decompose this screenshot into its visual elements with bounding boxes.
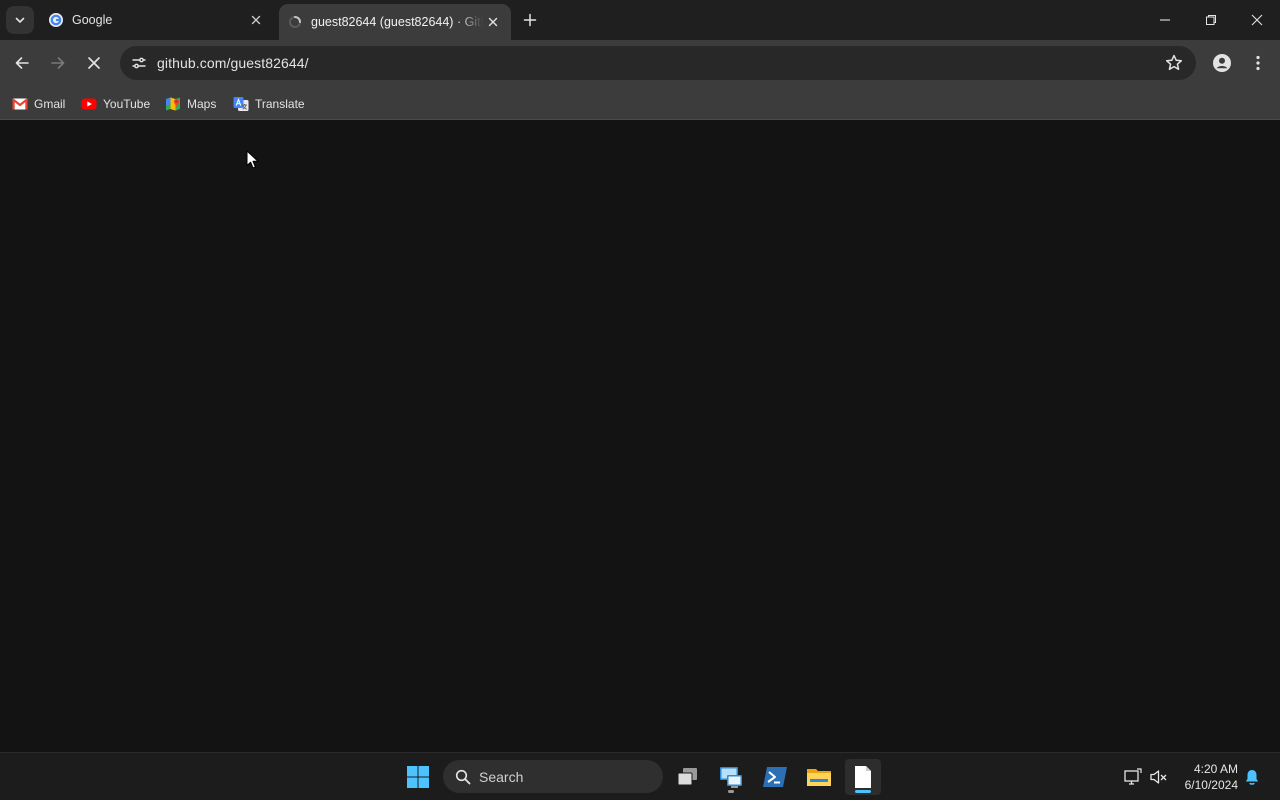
address-bar[interactable]: github.com/guest82644/ — [120, 46, 1196, 80]
forward-button[interactable] — [42, 47, 74, 79]
task-view-icon — [677, 768, 697, 786]
taskbar-search-box[interactable]: Search — [443, 760, 663, 793]
clock-date: 6/10/2024 — [1184, 778, 1238, 792]
tab-search-button[interactable] — [6, 6, 34, 34]
url-text: github.com/guest82644/ — [157, 55, 309, 71]
powershell-button[interactable] — [757, 759, 793, 795]
remote-desktop-button[interactable] — [713, 759, 749, 795]
notepad-icon — [855, 766, 871, 788]
tab-google[interactable]: Google — [40, 0, 274, 40]
system-clock[interactable]: 4:20 AM 6/10/2024 — [1176, 761, 1238, 793]
youtube-icon — [81, 98, 97, 110]
windows-logo-icon — [407, 766, 429, 788]
search-label: Search — [479, 768, 524, 785]
plus-icon — [523, 13, 537, 27]
site-info-button[interactable] — [125, 49, 153, 77]
stop-loading-button[interactable] — [78, 47, 110, 79]
bookmark-translate[interactable]: Translate — [233, 91, 305, 117]
tab-strip: Google guest82644 (guest82644) · GitHub — [0, 0, 1280, 40]
minimize-icon — [1160, 19, 1170, 21]
restore-icon — [1206, 15, 1216, 25]
more-vertical-icon — [1256, 55, 1260, 71]
remote-desktop-icon — [720, 767, 742, 788]
maps-icon — [166, 97, 180, 111]
notepad-button[interactable] — [845, 759, 881, 795]
gmail-icon — [12, 98, 28, 110]
bookmark-label: Gmail — [34, 97, 66, 111]
volume-muted-icon[interactable] — [1149, 767, 1169, 787]
bookmark-label: YouTube — [103, 97, 151, 111]
new-tab-button[interactable] — [519, 9, 541, 31]
loading-spinner-icon — [289, 16, 301, 28]
bookmark-star-icon[interactable] — [1164, 53, 1184, 73]
task-view-button[interactable] — [669, 759, 705, 795]
file-explorer-button[interactable] — [801, 759, 837, 795]
page-content[interactable] — [0, 121, 1280, 752]
close-icon — [251, 15, 261, 25]
bookmark-maps[interactable]: Maps — [165, 91, 216, 117]
bookmarks-bar: Gmail YouTube Maps Translate — [0, 86, 1280, 120]
close-icon — [1251, 14, 1263, 26]
file-explorer-icon — [807, 769, 831, 786]
restore-button[interactable] — [1188, 0, 1234, 40]
tab-close-button[interactable] — [483, 12, 503, 32]
profile-avatar-icon — [1213, 54, 1231, 72]
bookmark-label: Translate — [255, 97, 305, 111]
minimize-button[interactable] — [1142, 0, 1188, 40]
windows-taskbar: Search 4:20 AM 6/10/2024 — [0, 752, 1280, 800]
arrow-right-icon — [51, 57, 65, 69]
close-window-button[interactable] — [1234, 0, 1280, 40]
profile-button[interactable] — [1208, 49, 1236, 77]
back-button[interactable] — [6, 47, 38, 79]
tab-github[interactable]: guest82644 (guest82644) · GitHub — [279, 4, 511, 40]
bookmark-label: Maps — [187, 97, 217, 111]
active-indicator — [855, 790, 871, 793]
tune-icon — [132, 57, 146, 69]
clock-time: 4:20 AM — [1193, 762, 1238, 776]
arrow-left-icon — [15, 57, 29, 69]
browser-menu-button[interactable] — [1246, 49, 1270, 77]
start-button[interactable] — [400, 759, 436, 795]
tab-close-button[interactable] — [246, 10, 266, 30]
network-icon[interactable] — [1123, 767, 1143, 787]
tab-title: Google — [72, 13, 113, 27]
tab-title: guest82644 (guest82644) · GitHub — [311, 15, 483, 29]
translate-icon — [233, 97, 249, 111]
running-indicator — [728, 790, 734, 793]
search-icon — [455, 769, 471, 784]
google-g-icon — [49, 13, 63, 27]
mouse-cursor-icon — [246, 150, 259, 169]
close-icon — [88, 57, 100, 69]
notification-bell-icon[interactable] — [1243, 768, 1261, 786]
bookmark-youtube[interactable]: YouTube — [81, 91, 150, 117]
chevron-down-icon — [15, 17, 25, 24]
bookmark-gmail[interactable]: Gmail — [12, 91, 65, 117]
powershell-icon — [763, 767, 787, 787]
close-icon — [488, 17, 498, 27]
browser-toolbar: github.com/guest82644/ — [0, 40, 1280, 86]
